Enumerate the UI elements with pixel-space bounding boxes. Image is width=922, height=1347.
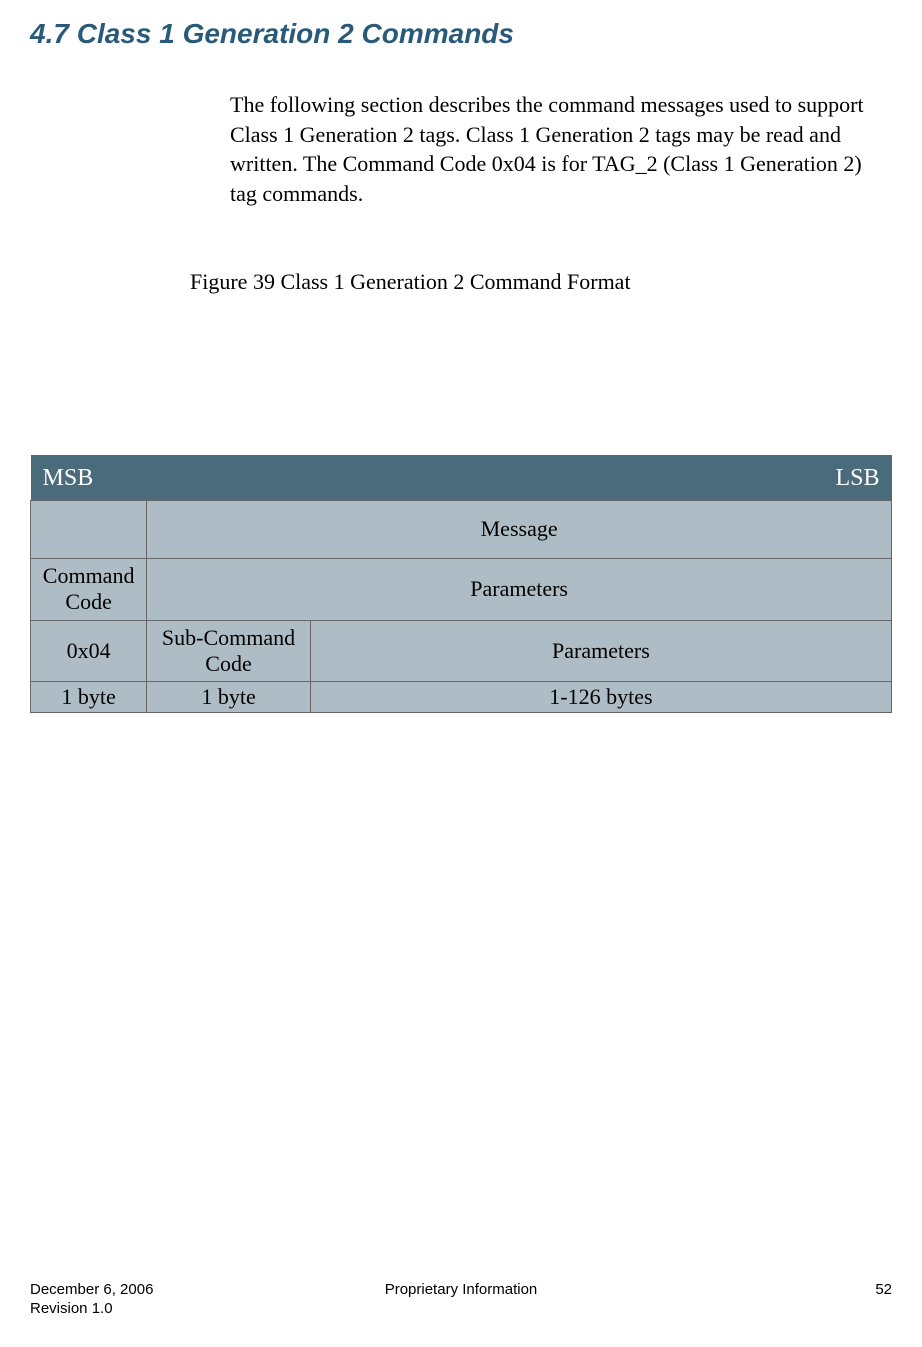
figure-caption: Figure 39 Class 1 Generation 2 Command F… — [190, 269, 892, 295]
page-footer: December 6, 2006 Proprietary Information… — [30, 1281, 892, 1317]
message-cell: Message — [147, 500, 892, 558]
command-format-table: MSB LSB Message Command Code Parameters … — [30, 455, 892, 714]
intro-paragraph: The following section describes the comm… — [230, 90, 872, 209]
size-col1-cell: 1 byte — [31, 682, 147, 713]
table-row: 0x04 Sub-Command Code Parameters — [31, 620, 892, 682]
footer-revision: Revision 1.0 — [30, 1300, 892, 1317]
parameters2-cell: Parameters — [310, 620, 891, 682]
empty-cell — [31, 500, 147, 558]
parameters-cell: Parameters — [147, 558, 892, 620]
value-0x04-cell: 0x04 — [31, 620, 147, 682]
footer-center: Proprietary Information — [30, 1281, 892, 1298]
header-msb: MSB — [43, 465, 94, 492]
command-code-cell: Command Code — [31, 558, 147, 620]
size-col3-cell: 1-126 bytes — [310, 682, 891, 713]
table-row: Command Code Parameters — [31, 558, 892, 620]
section-title-text: Class 1 Generation 2 Commands — [77, 18, 514, 49]
table-row: Message — [31, 500, 892, 558]
section-number: 4.7 — [30, 18, 69, 49]
sub-command-code-cell: Sub-Command Code — [147, 620, 311, 682]
section-heading: 4.7 Class 1 Generation 2 Commands — [30, 18, 892, 50]
header-lsb: LSB — [835, 465, 879, 492]
table-row: 1 byte 1 byte 1-126 bytes — [31, 682, 892, 713]
table-header-row: MSB LSB — [31, 455, 892, 501]
size-col2-cell: 1 byte — [147, 682, 311, 713]
